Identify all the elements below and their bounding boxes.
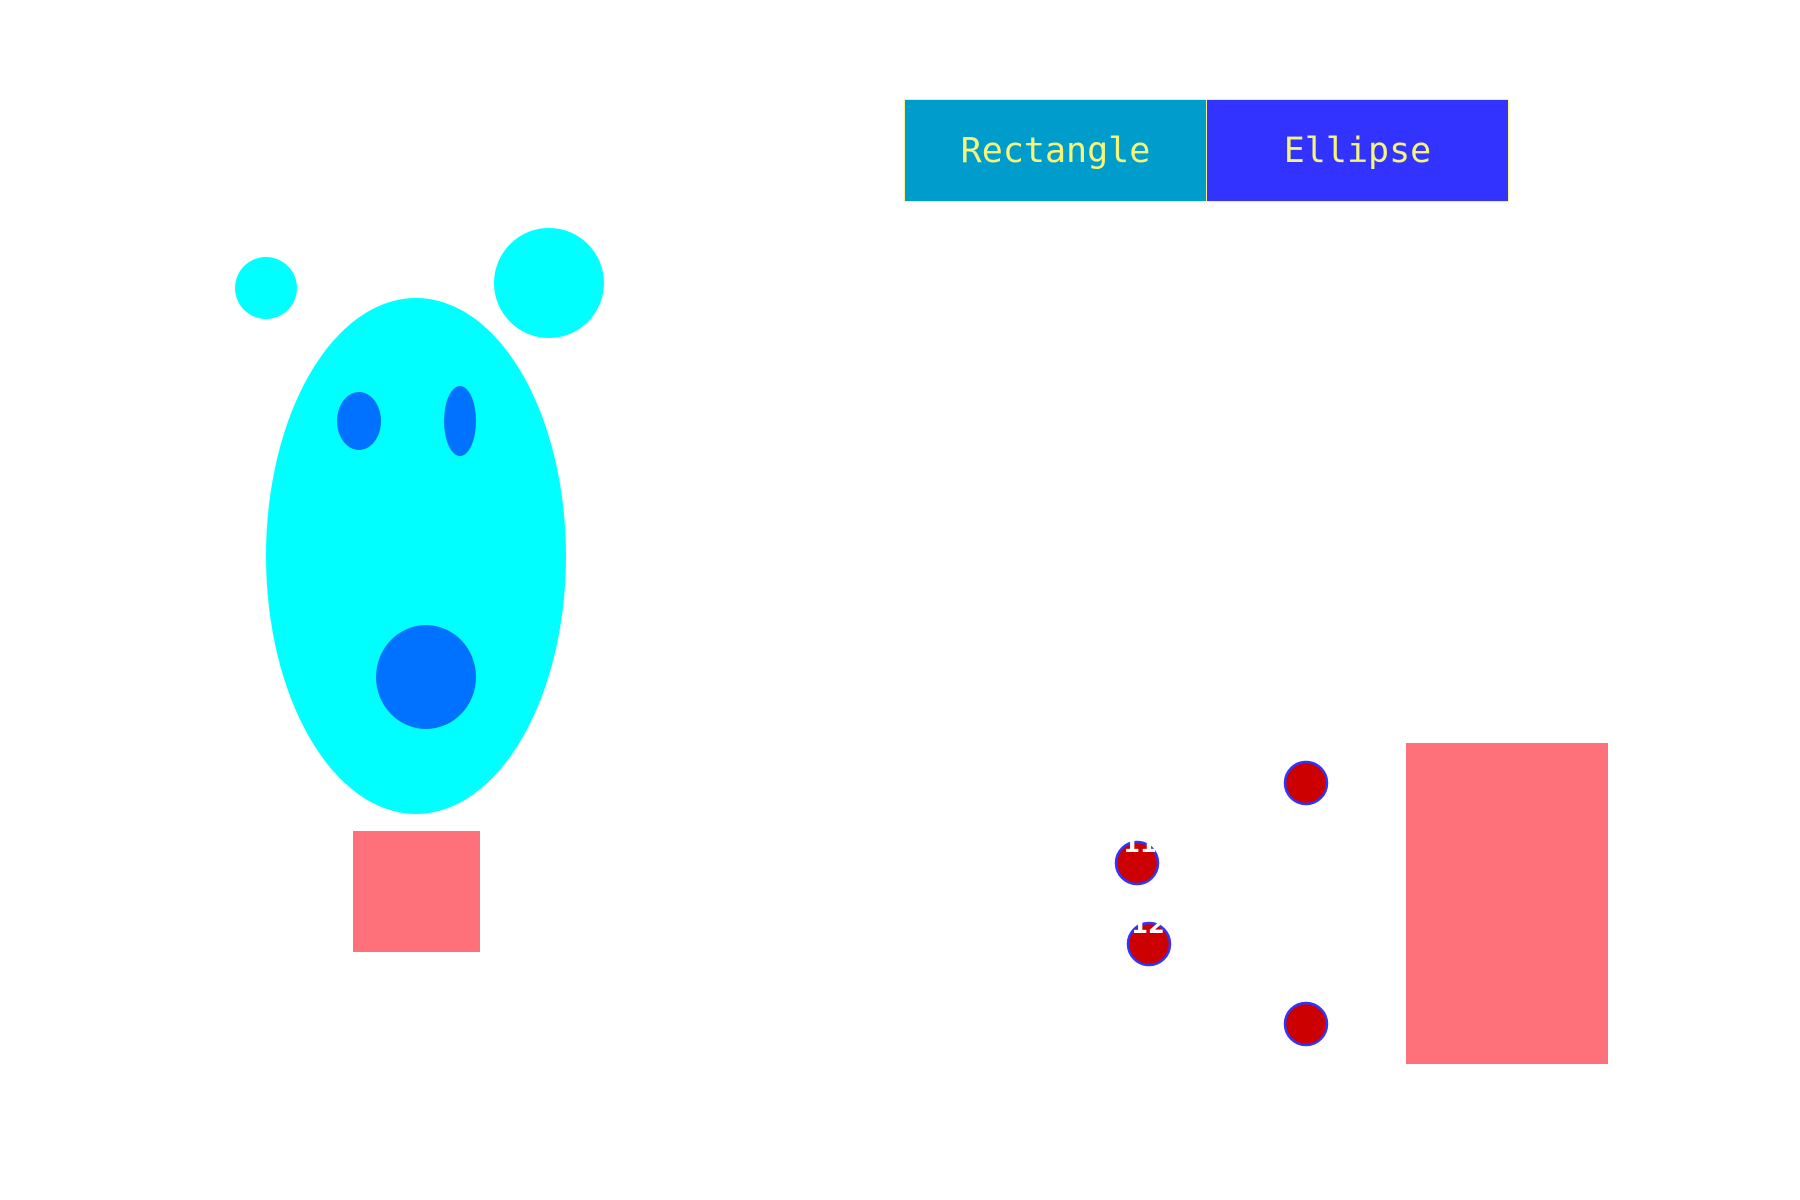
handle-label-11: 11 — [1123, 830, 1156, 858]
mouth-shape[interactable] — [376, 625, 476, 729]
right-eye-shape[interactable] — [444, 386, 476, 456]
handle-label-12: 12 — [1131, 911, 1164, 939]
face-ellipse-shape[interactable] — [266, 298, 566, 814]
selected-rectangle-shape[interactable] — [1406, 743, 1608, 1064]
large-ear-shape[interactable] — [494, 228, 604, 338]
resize-handle-bottom[interactable] — [1283, 1001, 1329, 1047]
ellipse-tool-button[interactable]: Ellipse — [1207, 99, 1509, 202]
body-rectangle-shape[interactable] — [353, 831, 480, 952]
left-eye-shape[interactable] — [337, 392, 381, 450]
shape-toolbar: Rectangle Ellipse — [904, 99, 1509, 202]
rectangle-tool-button[interactable]: Rectangle — [904, 99, 1207, 202]
small-ear-shape[interactable] — [235, 257, 297, 319]
resize-handle-top[interactable] — [1283, 760, 1329, 806]
drawing-canvas[interactable]: 11 12 — [0, 0, 1800, 1200]
